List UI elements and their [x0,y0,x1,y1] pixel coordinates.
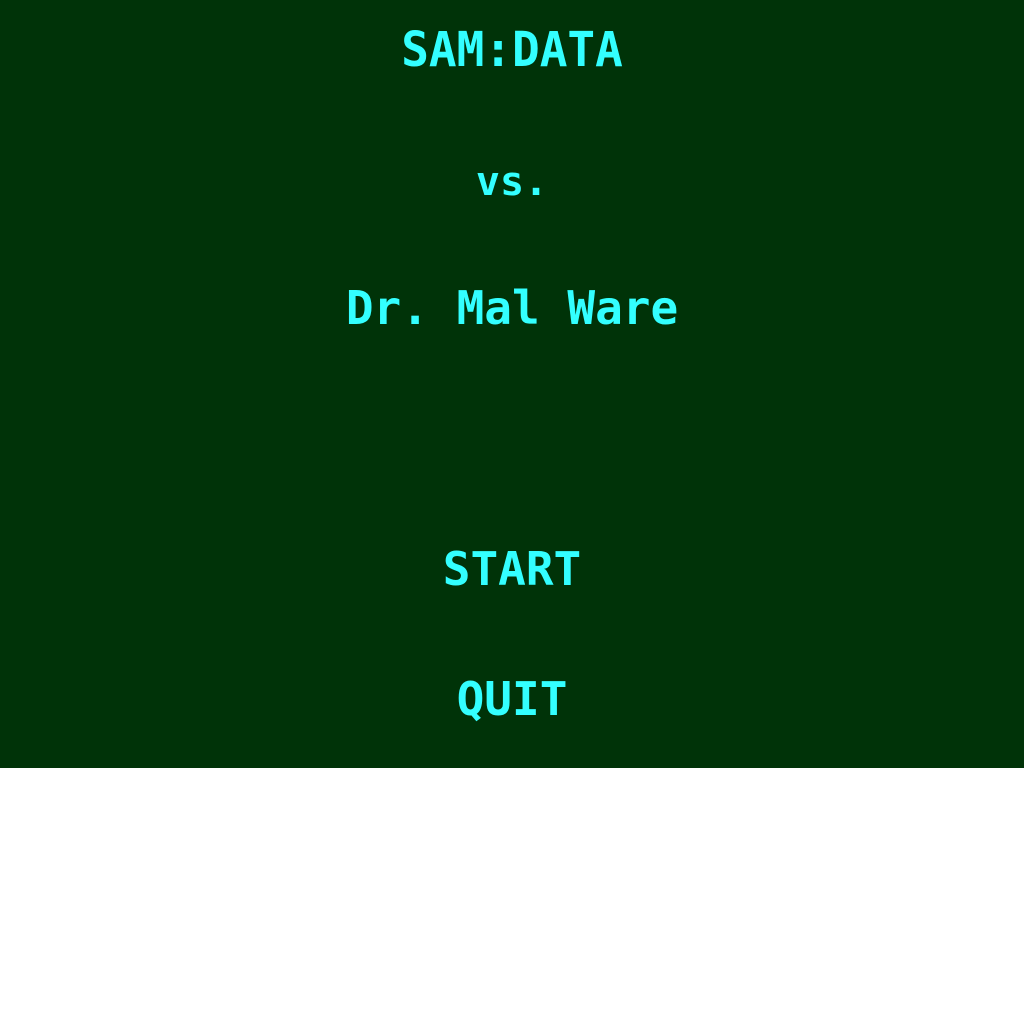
game-title: SAM:DATA [401,20,623,78]
game-title-screen: SAM:DATA vs. Dr. Mal Ware START QUIT [0,0,1024,768]
versus-text: vs. [475,159,549,205]
empty-area [0,768,1024,1024]
villain-name: Dr. Mal Ware [345,281,679,335]
start-button[interactable]: START [0,546,1024,592]
quit-button[interactable]: QUIT [0,676,1024,722]
